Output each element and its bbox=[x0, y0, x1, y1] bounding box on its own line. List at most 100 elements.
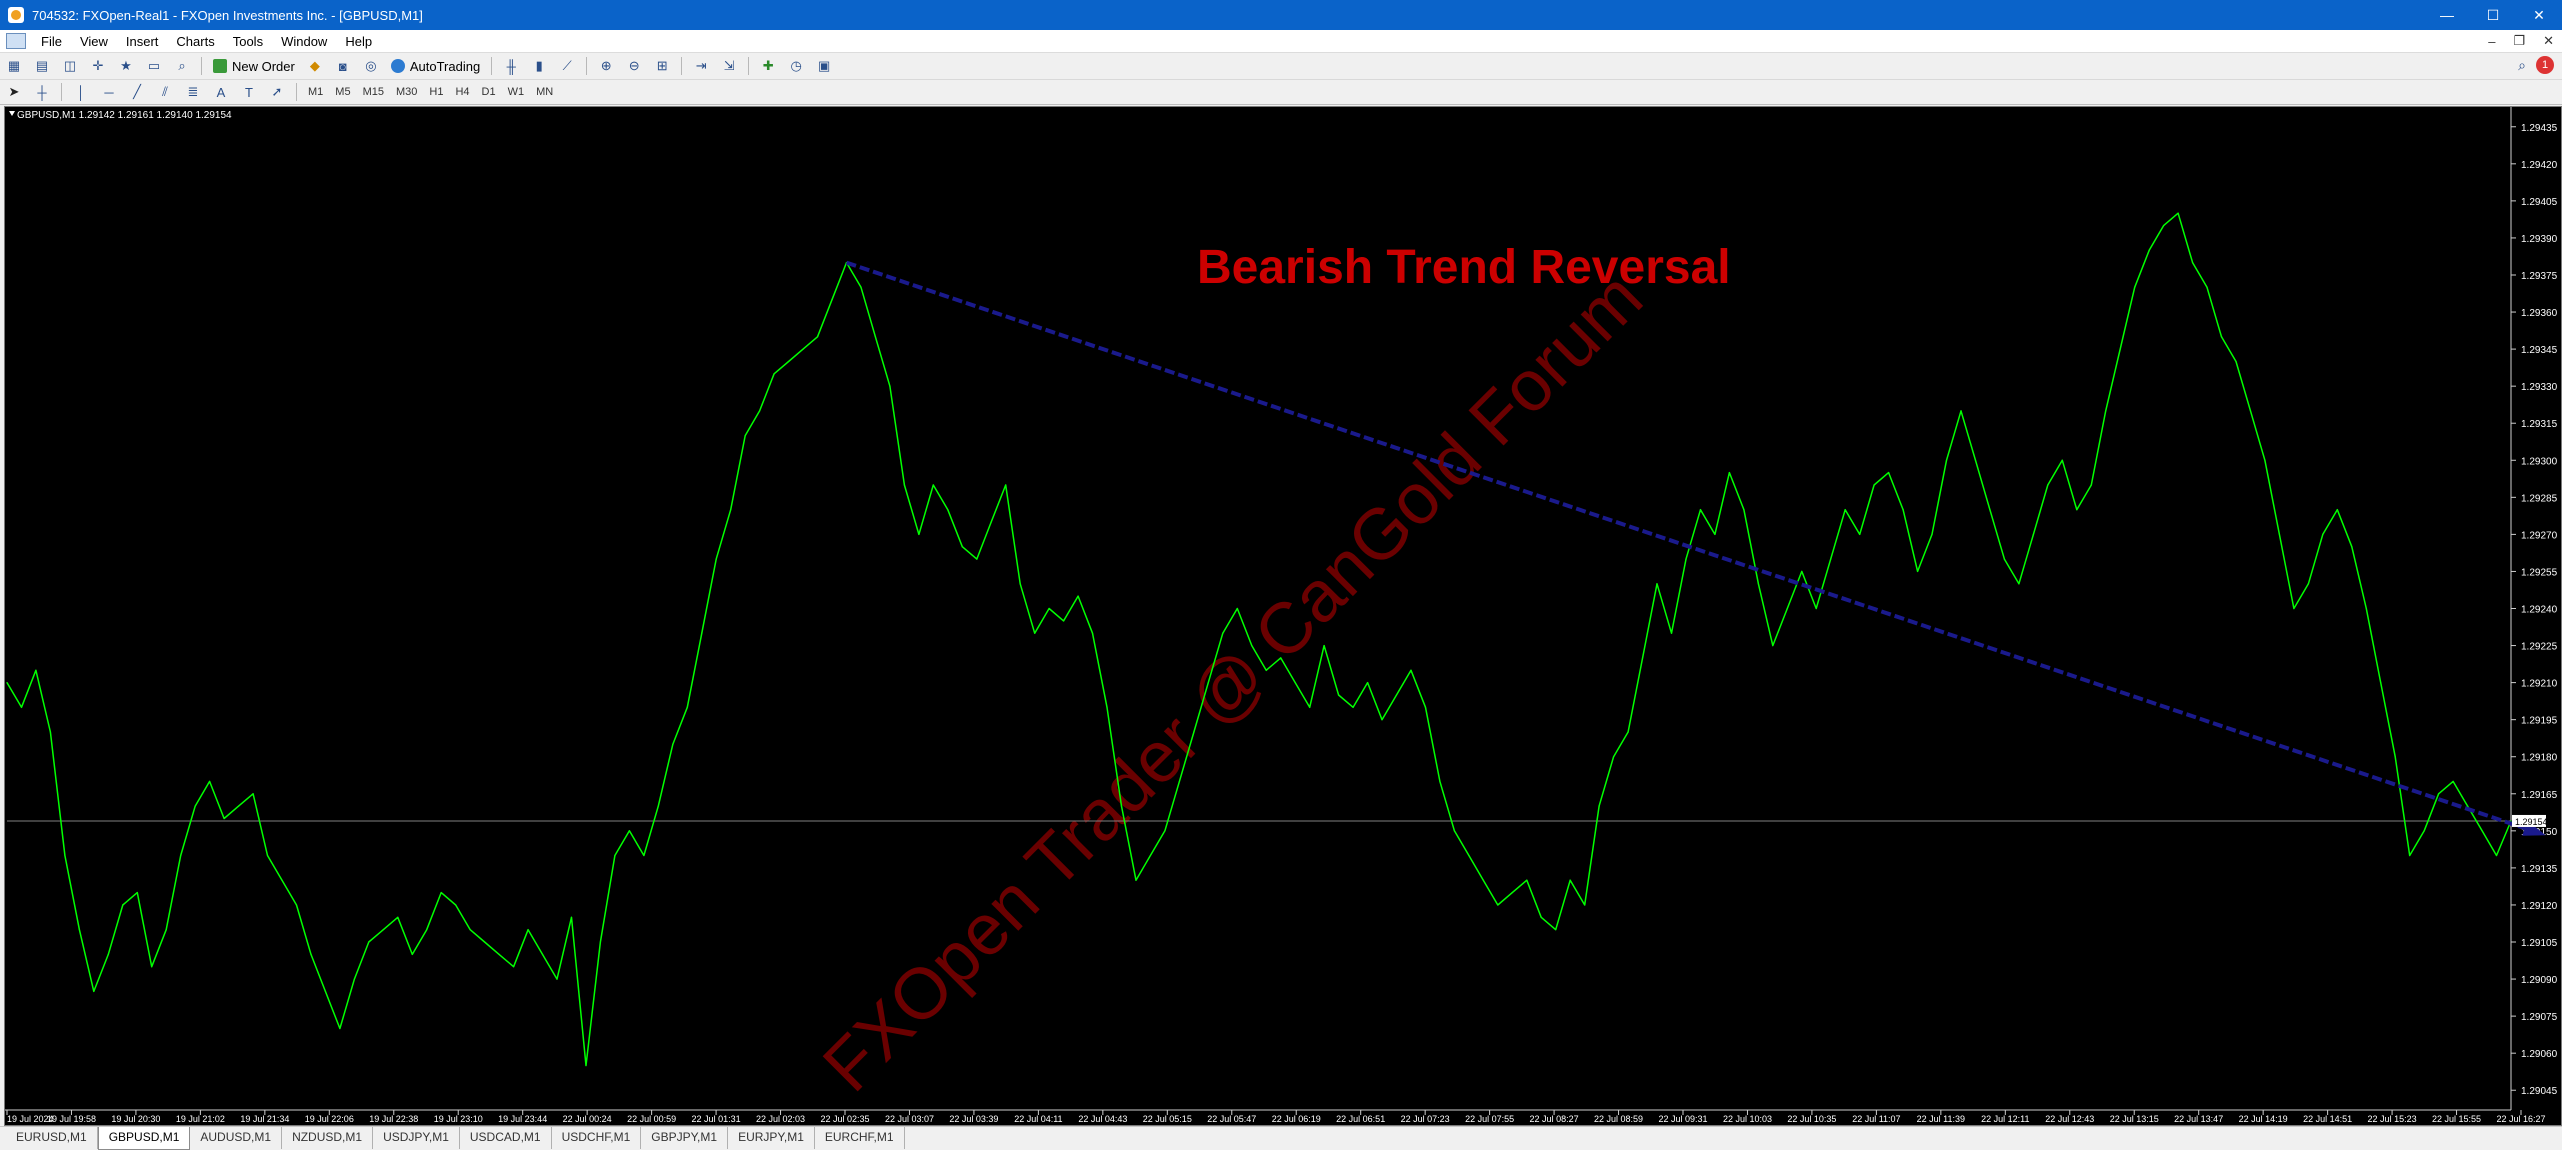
tab-eurjpy-m1[interactable]: EURJPY,M1 bbox=[728, 1127, 815, 1149]
strategy-tester-icon[interactable]: ⌕ bbox=[171, 56, 193, 76]
chart-shift-icon[interactable]: ⇥ bbox=[690, 56, 712, 76]
search-icon[interactable]: ⌕ bbox=[2518, 57, 2526, 74]
timeframe-h1[interactable]: H1 bbox=[423, 83, 449, 101]
price-point bbox=[1511, 892, 1513, 894]
tab-eurchf-m1[interactable]: EURCHF,M1 bbox=[815, 1127, 905, 1149]
new-order-button[interactable]: New Order bbox=[207, 56, 301, 76]
menu-tools[interactable]: Tools bbox=[224, 34, 272, 49]
text-icon[interactable]: A bbox=[210, 82, 232, 102]
indicators-icon[interactable]: ✚ bbox=[757, 56, 779, 76]
price-chart[interactable]: FXOpen Trader @ CanGold Forum GBPUSD,M1 … bbox=[5, 107, 2561, 1125]
y-tick-label: 1.29180 bbox=[2521, 753, 2558, 764]
price-point bbox=[455, 904, 457, 906]
terminal-icon[interactable]: ▭ bbox=[143, 56, 165, 76]
price-point bbox=[672, 743, 674, 745]
price-point bbox=[1656, 583, 1658, 585]
tab-usdcad-m1[interactable]: USDCAD,M1 bbox=[460, 1127, 552, 1149]
tab-gbpjpy-m1[interactable]: GBPJPY,M1 bbox=[641, 1127, 729, 1149]
vertical-line-icon[interactable]: │ bbox=[70, 82, 92, 102]
close-button[interactable]: ✕ bbox=[2516, 0, 2562, 30]
menu-window[interactable]: Window bbox=[272, 34, 336, 49]
x-tick-label: 22 Jul 08:59 bbox=[1594, 1114, 1643, 1124]
trendline-icon[interactable]: ╱ bbox=[126, 82, 148, 102]
market-icon[interactable]: ◙ bbox=[332, 56, 354, 76]
menu-help[interactable]: Help bbox=[336, 34, 381, 49]
y-tick-label: 1.29360 bbox=[2521, 308, 2558, 319]
market-watch-icon[interactable]: ◫ bbox=[59, 56, 81, 76]
mdi-minimize-button[interactable]: – bbox=[2488, 34, 2495, 49]
signals-icon[interactable]: ◎ bbox=[360, 56, 382, 76]
timeframe-m30[interactable]: M30 bbox=[390, 83, 423, 101]
mdi-close-button[interactable]: ✕ bbox=[2543, 33, 2554, 49]
line-chart-icon[interactable]: ⟋ bbox=[556, 56, 578, 76]
periods-icon[interactable]: ◷ bbox=[785, 56, 807, 76]
price-point bbox=[1844, 509, 1846, 511]
tab-nzdusd-m1[interactable]: NZDUSD,M1 bbox=[282, 1127, 374, 1149]
mdi-chart-icon[interactable] bbox=[6, 33, 26, 49]
new-chart-icon[interactable]: ▦ bbox=[3, 56, 25, 76]
timeframe-m5[interactable]: M5 bbox=[329, 83, 356, 101]
price-point bbox=[1772, 644, 1774, 647]
navigator-icon[interactable]: ★ bbox=[115, 56, 137, 76]
price-point bbox=[1786, 607, 1788, 610]
menu-file[interactable]: File bbox=[32, 34, 71, 49]
tile-windows-icon[interactable]: ⊞ bbox=[651, 56, 673, 76]
price-point bbox=[1540, 916, 1542, 918]
price-point bbox=[2220, 336, 2223, 338]
y-tick-label: 1.29285 bbox=[2521, 493, 2558, 504]
data-window-icon[interactable]: ✛ bbox=[87, 56, 109, 76]
fibonacci-icon[interactable]: ≣ bbox=[182, 82, 204, 102]
horizontal-line-icon[interactable]: ─ bbox=[98, 82, 120, 102]
timeframe-h4[interactable]: H4 bbox=[449, 83, 475, 101]
price-point bbox=[165, 929, 167, 931]
timeframe-m1[interactable]: M1 bbox=[302, 83, 329, 101]
metaeditor-icon[interactable]: ◆ bbox=[304, 56, 326, 76]
bar-chart-icon[interactable]: ╫ bbox=[500, 56, 522, 76]
candlestick-icon[interactable]: ▮ bbox=[528, 56, 550, 76]
profiles-icon[interactable]: ▤ bbox=[31, 56, 53, 76]
menu-charts[interactable]: Charts bbox=[167, 34, 223, 49]
timeframe-m15[interactable]: M15 bbox=[357, 83, 390, 101]
autoscroll-icon[interactable]: ⇲ bbox=[718, 56, 740, 76]
arrows-icon[interactable]: ➚ bbox=[266, 82, 288, 102]
text-label-icon[interactable]: T bbox=[238, 82, 260, 102]
timeframe-d1[interactable]: D1 bbox=[476, 83, 502, 101]
tab-gbpusd-m1[interactable]: GBPUSD,M1 bbox=[97, 1127, 191, 1150]
templates-icon[interactable]: ▣ bbox=[813, 56, 835, 76]
price-point bbox=[1526, 879, 1528, 881]
price-point bbox=[122, 904, 124, 906]
tab-eurusd-m1[interactable]: EURUSD,M1 bbox=[6, 1127, 98, 1149]
notification-icon[interactable]: 1 bbox=[2536, 56, 2554, 74]
timeframe-mn[interactable]: MN bbox=[530, 83, 559, 101]
timeframe-w1[interactable]: W1 bbox=[502, 83, 531, 101]
cursor-icon[interactable]: ➤ bbox=[3, 82, 25, 102]
price-point bbox=[266, 854, 269, 857]
tab-usdjpy-m1[interactable]: USDJPY,M1 bbox=[373, 1127, 460, 1149]
new-order-label: New Order bbox=[232, 58, 295, 74]
channel-icon[interactable]: ⫽ bbox=[154, 82, 176, 102]
toolbar-separator bbox=[586, 57, 588, 75]
x-tick-label: 22 Jul 12:11 bbox=[1981, 1114, 2029, 1124]
symbol-header: GBPUSD,M1 1.29142 1.29161 1.29140 1.2915… bbox=[17, 110, 232, 121]
price-point bbox=[426, 929, 428, 931]
price-point bbox=[932, 484, 934, 486]
price-point bbox=[2394, 756, 2396, 758]
chart-window[interactable]: FXOpen Trader @ CanGold Forum GBPUSD,M1 … bbox=[4, 106, 2562, 1126]
y-tick-label: 1.29120 bbox=[2521, 901, 2558, 912]
tab-usdchf-m1[interactable]: USDCHF,M1 bbox=[552, 1127, 642, 1149]
minimize-button[interactable]: — bbox=[2424, 0, 2470, 30]
autotrading-button[interactable]: AutoTrading bbox=[385, 56, 486, 76]
app-icon bbox=[8, 7, 24, 23]
zoom-in-icon[interactable]: ⊕ bbox=[595, 56, 617, 76]
price-point bbox=[2003, 558, 2006, 560]
mdi-restore-button[interactable]: ❐ bbox=[2513, 33, 2525, 49]
menu-view[interactable]: View bbox=[71, 34, 117, 49]
zoom-out-icon[interactable]: ⊖ bbox=[623, 56, 645, 76]
crosshair-icon[interactable]: ┼ bbox=[31, 82, 53, 102]
menu-insert[interactable]: Insert bbox=[117, 34, 168, 49]
maximize-button[interactable]: ☐ bbox=[2470, 0, 2516, 30]
price-point bbox=[2032, 533, 2034, 535]
price-point bbox=[295, 904, 298, 906]
tab-audusd-m1[interactable]: AUDUSD,M1 bbox=[190, 1127, 283, 1149]
price-point bbox=[1497, 904, 1499, 906]
